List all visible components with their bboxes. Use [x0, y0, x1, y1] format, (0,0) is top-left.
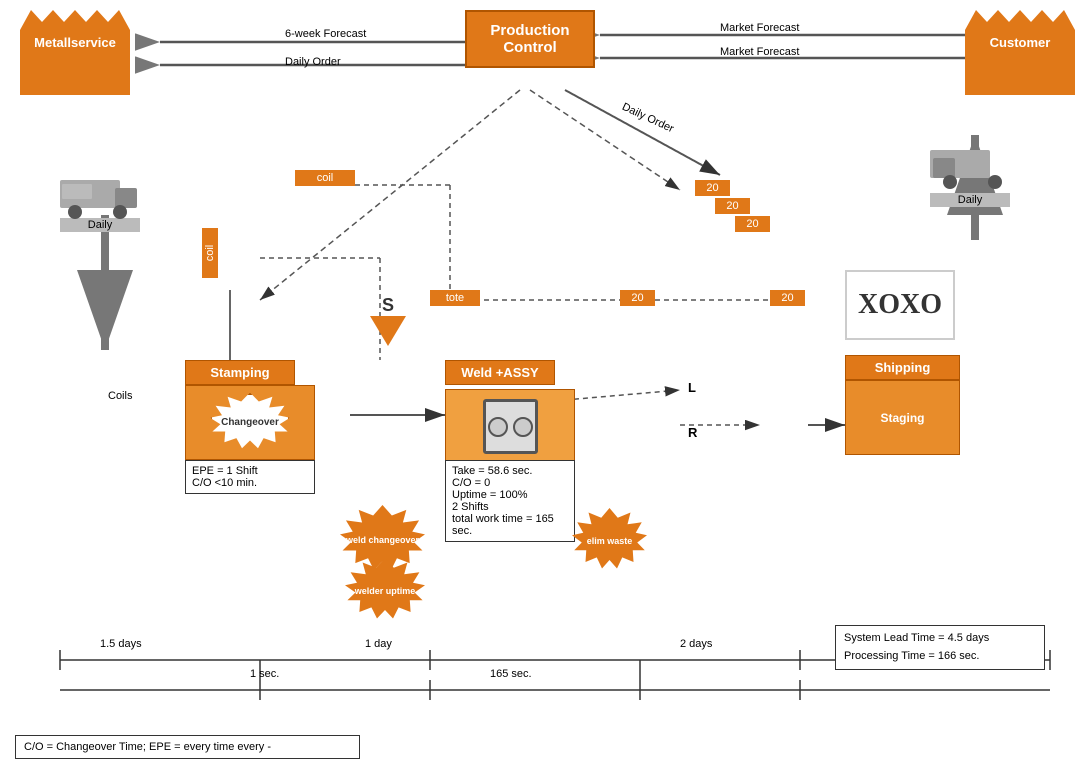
days-1-label: 1 day [365, 638, 392, 650]
stamping-area: Stamping Changeover [185, 360, 315, 460]
weld-data-box: Take = 58.6 sec. C/O = 0 Uptime = 100% 2… [445, 460, 575, 542]
market-forecast-bottom-label: Market Forecast [720, 46, 799, 58]
daily-order-left-label: Daily Order [285, 56, 341, 68]
production-control-box: Production Control [465, 10, 595, 68]
metallservice-factory: Metallservice [20, 10, 130, 95]
value-stream-map: Metallservice Production Control Custome… [0, 0, 1083, 771]
coils-label: Coils [108, 390, 132, 402]
xoxo-box: XOXO [845, 270, 955, 340]
left-truck: Daily [60, 170, 140, 232]
days-1-5-label: 1.5 days [100, 638, 142, 650]
qty-20-1: 20 [695, 180, 730, 196]
qty-20-2: 20 [715, 198, 750, 214]
weld-dot-2 [513, 417, 533, 437]
R-label: R [688, 425, 697, 440]
welder-uptime-kaizen: welder uptime [345, 558, 425, 623]
customer-label: Customer [965, 35, 1075, 50]
staging-label: Staging [881, 411, 925, 425]
metallservice-label: Metallservice [20, 35, 130, 50]
weld-area: Weld +ASSY [445, 360, 575, 464]
right-truck: Daily [930, 140, 1010, 207]
lead-time-label: System Lead Time = 4.5 days [844, 630, 1036, 648]
production-control-label: Production Control [490, 22, 569, 56]
summary-box: System Lead Time = 4.5 days Processing T… [835, 625, 1045, 670]
weld-uptime: Uptime = 100% [452, 489, 568, 501]
weld-co: C/O = 0 [452, 477, 568, 489]
changeover-burst: Changeover [210, 393, 290, 453]
daily-order-right-label: Daily Order [620, 101, 675, 135]
week-forecast-label: 6-week Forecast [285, 28, 366, 40]
tote-label: tote [430, 290, 480, 306]
stamping-co: C/O <10 min. [192, 477, 308, 489]
weld-shifts: 2 Shifts [452, 501, 568, 513]
push-symbol: S [370, 295, 406, 346]
coil-left-label: coil [185, 245, 235, 261]
stamping-epe: EPE = 1 Shift [192, 465, 308, 477]
coil-top-label: coil [295, 170, 355, 186]
weld-dot-1 [488, 417, 508, 437]
customer-factory: Customer [965, 10, 1075, 95]
staging-container: Staging [845, 380, 960, 455]
shipping-box: Shipping [845, 355, 960, 380]
qty-20-3: 20 [735, 216, 770, 232]
legend-text: C/O = Changeover Time; EPE = every time … [24, 741, 271, 753]
qty-20-ship: 20 [770, 290, 805, 306]
processing-time-label: Processing Time = 166 sec. [844, 648, 1036, 666]
daily-right-label: Daily [930, 193, 1010, 207]
qty-20-mid: 20 [620, 290, 655, 306]
weld-take: Take = 58.6 sec. [452, 465, 568, 477]
weld-box: Weld +ASSY [445, 360, 555, 385]
sec-1-label: 1 sec. [250, 668, 279, 680]
changeover-burst-container: Changeover [185, 385, 315, 460]
L-label: L [688, 380, 696, 395]
stamping-data-box: EPE = 1 Shift C/O <10 min. [185, 460, 315, 494]
weld-total: total work time = 165 sec. [452, 513, 568, 537]
weld-machine [483, 399, 538, 454]
days-2-label: 2 days [680, 638, 712, 650]
legend-box: C/O = Changeover Time; EPE = every time … [15, 735, 360, 759]
elim-waste-kaizen: elim waste [572, 508, 647, 573]
shipping-area: Shipping Staging [845, 355, 960, 455]
stamping-box: Stamping [185, 360, 295, 385]
daily-left-label: Daily [60, 218, 140, 232]
market-forecast-top-label: Market Forecast [720, 22, 799, 34]
sec-165-label: 165 sec. [490, 668, 532, 680]
